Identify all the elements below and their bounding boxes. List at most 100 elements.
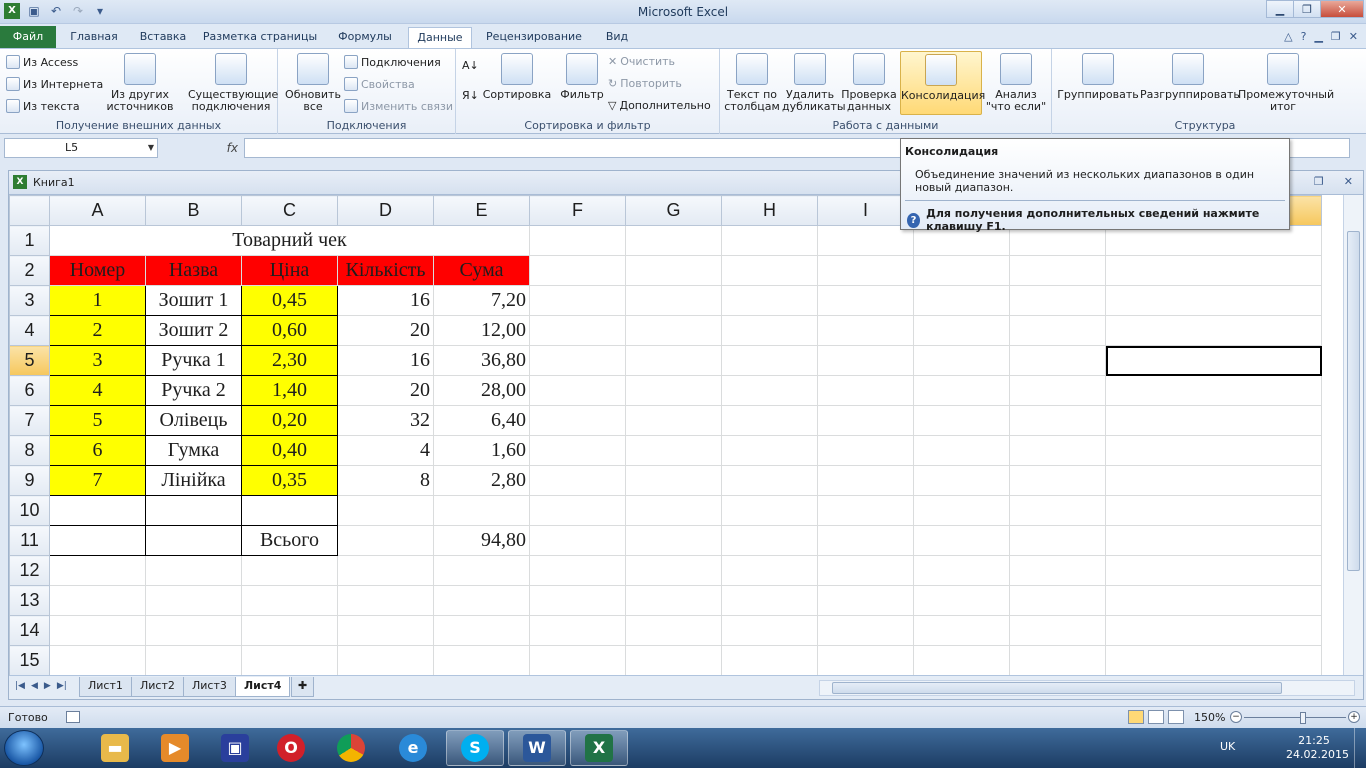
cell-A3[interactable]: 1 xyxy=(49,285,146,316)
cell-L10[interactable] xyxy=(1105,495,1322,526)
cell-B7[interactable]: Олівець xyxy=(145,405,242,436)
cell-D10[interactable] xyxy=(337,495,434,526)
cell-D6[interactable]: 20 xyxy=(337,375,434,406)
cell-A10[interactable] xyxy=(49,495,146,526)
row-header[interactable]: 6 xyxy=(9,375,50,406)
taskbar-explorer[interactable]: ▬ xyxy=(86,730,144,766)
restore-button[interactable]: ❐ xyxy=(1293,0,1321,18)
cell-G6[interactable] xyxy=(625,375,722,406)
cell-K13[interactable] xyxy=(1009,585,1106,616)
column-header[interactable]: F xyxy=(529,195,626,226)
cell-E11[interactable]: 94,80 xyxy=(433,525,530,556)
row-header[interactable]: 13 xyxy=(9,585,50,616)
cell-B8[interactable]: Гумка xyxy=(145,435,242,466)
cell-D11[interactable] xyxy=(337,525,434,556)
cell-E2[interactable]: Сума xyxy=(433,255,530,286)
cell-A6[interactable]: 4 xyxy=(49,375,146,406)
page-layout-view-icon[interactable] xyxy=(1148,710,1164,724)
cell-C13[interactable] xyxy=(241,585,338,616)
cell-L11[interactable] xyxy=(1105,525,1322,556)
cell-J11[interactable] xyxy=(913,525,1010,556)
cell-K12[interactable] xyxy=(1009,555,1106,586)
row-header[interactable]: 4 xyxy=(9,315,50,346)
row-header[interactable]: 9 xyxy=(9,465,50,496)
zoom-slider-knob[interactable] xyxy=(1300,712,1306,724)
cell-D13[interactable] xyxy=(337,585,434,616)
row-header[interactable]: 14 xyxy=(9,615,50,646)
cell-E15[interactable] xyxy=(433,645,530,676)
cell-J10[interactable] xyxy=(913,495,1010,526)
cell-F10[interactable] xyxy=(529,495,626,526)
sheet-tab-3[interactable]: Лист3 xyxy=(183,677,236,697)
cell-K6[interactable] xyxy=(1009,375,1106,406)
cell-D7[interactable]: 32 xyxy=(337,405,434,436)
cell-C4[interactable]: 0,60 xyxy=(241,315,338,346)
tab-formulas[interactable]: Формулы xyxy=(326,27,404,48)
cell-D3[interactable]: 16 xyxy=(337,285,434,316)
minimize-ribbon-icon[interactable]: △ xyxy=(1284,30,1292,43)
cell-G8[interactable] xyxy=(625,435,722,466)
cell-G4[interactable] xyxy=(625,315,722,346)
cell-D2[interactable]: Кількість xyxy=(337,255,434,286)
cell-F4[interactable] xyxy=(529,315,626,346)
zoom-level[interactable]: 150% xyxy=(1194,711,1225,724)
page-break-view-icon[interactable] xyxy=(1168,710,1184,724)
cell-K8[interactable] xyxy=(1009,435,1106,466)
cell-K9[interactable] xyxy=(1009,465,1106,496)
close-button[interactable]: ✕ xyxy=(1320,0,1364,18)
cell-J8[interactable] xyxy=(913,435,1010,466)
cell-G1[interactable] xyxy=(625,225,722,256)
zoom-in-icon[interactable]: + xyxy=(1348,711,1360,723)
from-text-button[interactable]: Из текста xyxy=(6,99,80,113)
cell-D8[interactable]: 4 xyxy=(337,435,434,466)
cell-G3[interactable] xyxy=(625,285,722,316)
sheet-title-cell[interactable]: Товарний чек xyxy=(49,225,530,256)
cell-A15[interactable] xyxy=(49,645,146,676)
row-header[interactable]: 11 xyxy=(9,525,50,556)
taskbar-media-player[interactable]: ▶ xyxy=(146,730,204,766)
properties-button[interactable]: Свойства xyxy=(344,77,415,91)
cell-K11[interactable] xyxy=(1009,525,1106,556)
cell-K3[interactable] xyxy=(1009,285,1106,316)
name-box[interactable]: L5 ▼ xyxy=(4,138,158,158)
cell-D15[interactable] xyxy=(337,645,434,676)
cell-E6[interactable]: 28,00 xyxy=(433,375,530,406)
cell-B12[interactable] xyxy=(145,555,242,586)
cell-J15[interactable] xyxy=(913,645,1010,676)
cell-B13[interactable] xyxy=(145,585,242,616)
cell-B6[interactable]: Ручка 2 xyxy=(145,375,242,406)
workbook-restore-icon[interactable]: ❐ xyxy=(1314,175,1324,188)
sort-button[interactable]: Сортировка xyxy=(482,53,552,101)
cell-F7[interactable] xyxy=(529,405,626,436)
cell-E4[interactable]: 12,00 xyxy=(433,315,530,346)
cell-G5[interactable] xyxy=(625,345,722,376)
last-sheet-icon[interactable]: ▶| xyxy=(57,681,67,691)
from-access-button[interactable]: Из Access xyxy=(6,55,78,69)
filter-button[interactable]: Фильтр xyxy=(556,53,608,101)
row-header[interactable]: 5 xyxy=(9,345,50,376)
cell-I7[interactable] xyxy=(817,405,914,436)
taskbar-internet-explorer[interactable]: e xyxy=(384,730,442,766)
cell-A14[interactable] xyxy=(49,615,146,646)
start-button[interactable] xyxy=(4,730,44,766)
cell-A11[interactable] xyxy=(49,525,146,556)
subtotal-button[interactable]: Промежуточный итог xyxy=(1238,53,1334,113)
cell-J13[interactable] xyxy=(913,585,1010,616)
cell-G15[interactable] xyxy=(625,645,722,676)
cell-E3[interactable]: 7,20 xyxy=(433,285,530,316)
cell-H13[interactable] xyxy=(721,585,818,616)
cell-F2[interactable] xyxy=(529,255,626,286)
cell-F11[interactable] xyxy=(529,525,626,556)
cell-L8[interactable] xyxy=(1105,435,1322,466)
sheet-tab-4[interactable]: Лист4 xyxy=(235,677,291,697)
cell-J14[interactable] xyxy=(913,615,1010,646)
consolidate-button[interactable]: Консолидация xyxy=(900,51,985,115)
cell-E7[interactable]: 6,40 xyxy=(433,405,530,436)
cell-G13[interactable] xyxy=(625,585,722,616)
cell-H7[interactable] xyxy=(721,405,818,436)
cell-E12[interactable] xyxy=(433,555,530,586)
cell-C9[interactable]: 0,35 xyxy=(241,465,338,496)
cell-B3[interactable]: Зошит 1 xyxy=(145,285,242,316)
cell-L5[interactable] xyxy=(1105,345,1322,376)
cell-J9[interactable] xyxy=(913,465,1010,496)
